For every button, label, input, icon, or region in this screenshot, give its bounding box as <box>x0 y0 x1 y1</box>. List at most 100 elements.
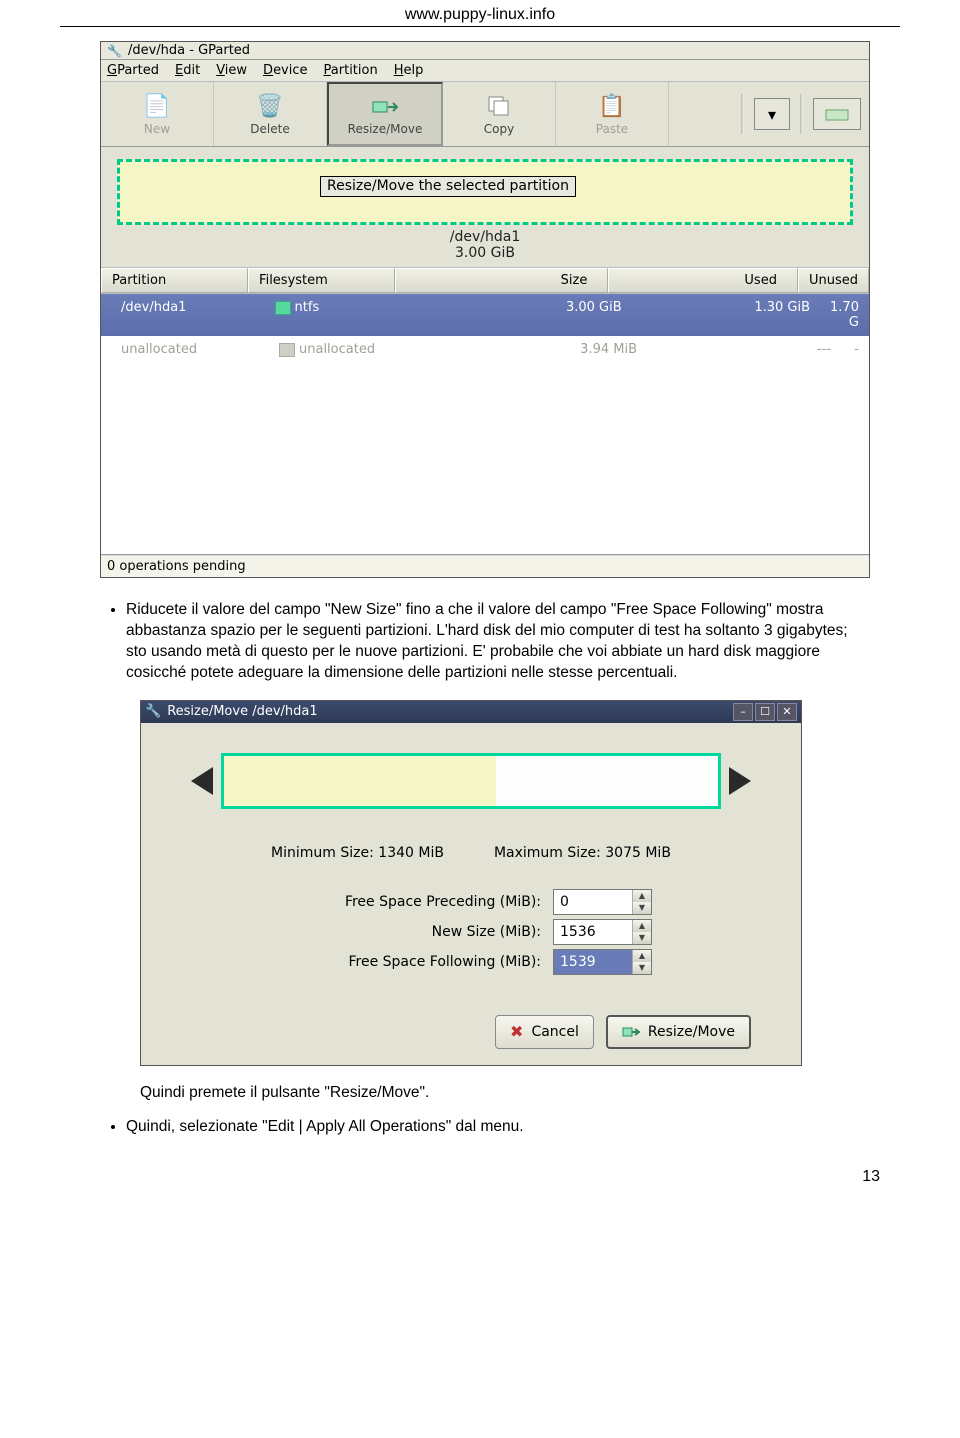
min-size-label: Minimum Size: 1340 MiB <box>271 845 444 861</box>
menu-partition[interactable]: Partition <box>324 63 378 78</box>
cell-partition: /dev/hda1 <box>101 298 265 332</box>
cell-size: 3.00 GiB <box>418 298 632 332</box>
dialog-title: Resize/Move /dev/hda1 <box>167 704 317 719</box>
copy-icon <box>484 92 514 120</box>
dialog-app-icon: 🔧 <box>145 704 161 719</box>
fsf-label: Free Space Following (MiB): <box>191 954 553 970</box>
menu-help[interactable]: Help <box>394 63 424 78</box>
spin-up-icon[interactable]: ▲ <box>633 950 651 962</box>
toolbar-separator <box>741 94 744 134</box>
toolbar-separator2 <box>800 94 803 134</box>
delete-icon: 🗑️ <box>255 92 285 120</box>
table-row[interactable]: unallocated unallocated 3.94 MiB --- - <box>101 336 869 363</box>
ns-label: New Size (MiB): <box>191 924 553 940</box>
resize-icon <box>622 1023 640 1041</box>
slider-track[interactable] <box>221 753 721 809</box>
spin-up-icon[interactable]: ▲ <box>633 890 651 902</box>
undo-dropdown[interactable]: ▾ <box>754 98 790 130</box>
bullet-3: Quindi, selezionate "Edit | Apply All Op… <box>126 1117 870 1138</box>
dialog-titlebar: 🔧 Resize/Move /dev/hda1 – ☐ ✕ <box>141 701 801 723</box>
paste-icon: 📋 <box>597 92 627 120</box>
page-number: 13 <box>0 1168 880 1186</box>
cancel-button[interactable]: ✖ Cancel <box>495 1015 594 1049</box>
cell-unused: 1.70 G <box>820 298 869 332</box>
toolbar-copy[interactable]: Copy <box>443 82 556 146</box>
toolbar-delete[interactable]: 🗑️ Delete <box>214 82 327 146</box>
tooltip: Resize/Move the selected partition <box>320 176 576 197</box>
app-icon: 🔧 <box>107 44 122 58</box>
resize-dialog-window: 🔧 Resize/Move /dev/hda1 – ☐ ✕ Minimum Si… <box>140 700 802 1066</box>
fs-color-icon <box>275 301 291 315</box>
fsp-input[interactable] <box>554 890 632 914</box>
page-header-url: www.puppy-linux.info <box>0 0 960 26</box>
col-size[interactable]: Size <box>395 268 608 293</box>
toolbar-resize-label: Resize/Move <box>348 122 423 136</box>
cell-size: 3.94 MiB <box>427 340 647 359</box>
cell-unused: - <box>841 340 869 359</box>
fs-color-icon <box>279 343 295 357</box>
col-partition[interactable]: Partition <box>101 268 248 293</box>
slider-left-arrow[interactable] <box>191 767 213 795</box>
slider-used <box>224 756 496 806</box>
fsp-spinbox[interactable]: ▲▼ <box>553 889 652 915</box>
slider-right-arrow[interactable] <box>729 767 751 795</box>
close-button[interactable]: ✕ <box>777 703 797 721</box>
toolbar-delete-label: Delete <box>250 122 289 136</box>
dialog-body: Minimum Size: 1340 MiB Maximum Size: 307… <box>141 723 801 1065</box>
toolbar-new[interactable]: 📄 New <box>101 82 214 146</box>
toolbar: 📄 New 🗑️ Delete Resize/Move Copy 📋 <box>101 81 869 147</box>
toolbar-paste[interactable]: 📋 Paste <box>556 82 669 146</box>
toolbar-new-label: New <box>144 122 170 136</box>
resize-icon <box>370 92 400 120</box>
ns-spinbox[interactable]: ▲▼ <box>553 919 652 945</box>
cancel-icon: ✖ <box>510 1022 523 1041</box>
fsf-spinbox[interactable]: ▲▼ <box>553 949 652 975</box>
cell-fs: ntfs <box>265 298 419 332</box>
titlebar: 🔧 /dev/hda - GParted <box>101 42 869 60</box>
menu-device[interactable]: Device <box>263 63 307 78</box>
gparted-window: 🔧 /dev/hda - GParted GParted Edit View D… <box>100 41 870 578</box>
cell-used: --- <box>647 340 841 359</box>
new-icon: 📄 <box>142 92 172 120</box>
partition-name: /dev/hda1 <box>450 229 520 245</box>
cancel-label: Cancel <box>531 1024 578 1040</box>
menu-edit[interactable]: Edit <box>175 63 200 78</box>
minimize-button[interactable]: – <box>733 703 753 721</box>
menubar: GParted Edit View Device Partition Help <box>101 60 869 81</box>
spin-down-icon[interactable]: ▼ <box>633 902 651 914</box>
cell-used: 1.30 GiB <box>632 298 820 332</box>
size-limits: Minimum Size: 1340 MiB Maximum Size: 307… <box>191 845 751 861</box>
resize-slider <box>191 753 751 809</box>
toolbar-resize[interactable]: Resize/Move <box>327 82 443 146</box>
col-filesystem[interactable]: Filesystem <box>248 268 395 293</box>
menu-view[interactable]: View <box>216 63 247 78</box>
col-used[interactable]: Used <box>608 268 798 293</box>
spin-down-icon[interactable]: ▼ <box>633 962 651 974</box>
device-selector[interactable] <box>813 98 861 130</box>
spin-down-icon[interactable]: ▼ <box>633 932 651 944</box>
maximize-button[interactable]: ☐ <box>755 703 775 721</box>
col-unused[interactable]: Unused <box>798 268 869 293</box>
fsp-label: Free Space Preceding (MiB): <box>191 894 553 910</box>
spin-up-icon[interactable]: ▲ <box>633 920 651 932</box>
partition-size: 3.00 GiB <box>455 245 515 261</box>
table-body: /dev/hda1 ntfs 3.00 GiB 1.30 GiB 1.70 G … <box>101 294 869 555</box>
partition-bar[interactable]: Resize/Move the selected partition <box>117 159 853 225</box>
cell-fs: unallocated <box>269 340 427 359</box>
header-rule <box>60 26 900 27</box>
status-bar: 0 operations pending <box>101 555 869 577</box>
paragraph-list-1: Riducete il valore del campo "New Size" … <box>106 600 870 684</box>
bullet-1: Riducete il valore del campo "New Size" … <box>126 600 870 684</box>
menu-gparted[interactable]: GParted <box>107 63 159 78</box>
resize-label: Resize/Move <box>648 1024 735 1040</box>
max-size-label: Maximum Size: 3075 MiB <box>494 845 671 861</box>
fsf-input[interactable] <box>554 950 632 974</box>
paragraph-list-2: Quindi, selezionate "Edit | Apply All Op… <box>106 1117 870 1138</box>
ns-input[interactable] <box>554 920 632 944</box>
cell-partition: unallocated <box>101 340 269 359</box>
title-text: /dev/hda - GParted <box>128 43 250 58</box>
toolbar-paste-label: Paste <box>596 122 628 136</box>
partition-graph: Resize/Move the selected partition /dev/… <box>101 147 869 267</box>
table-row[interactable]: /dev/hda1 ntfs 3.00 GiB 1.30 GiB 1.70 G <box>101 294 869 336</box>
resize-move-button[interactable]: Resize/Move <box>606 1015 751 1049</box>
